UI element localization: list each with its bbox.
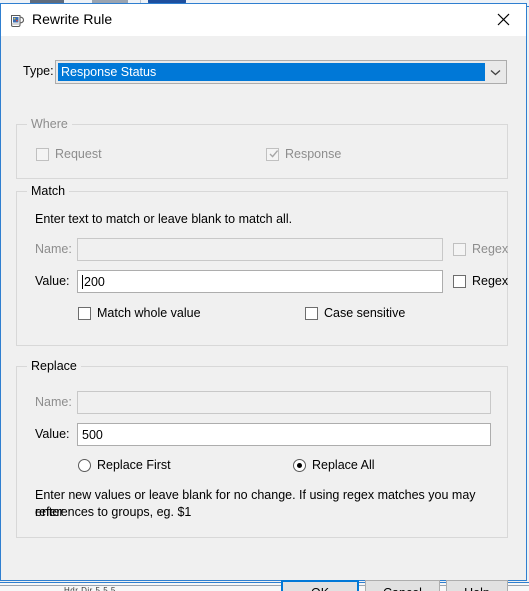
background-status-text: Hdr Dir 5 5 5 — [64, 586, 116, 591]
match-name-input — [77, 238, 443, 261]
checkbox-match-name-regex-label: Regex — [472, 242, 509, 256]
dialog-body: Type: Response Status Where Request Resp… — [1, 36, 526, 591]
match-group-legend: Match — [27, 184, 70, 198]
match-value-input[interactable]: 200 — [77, 270, 443, 293]
dialog-title: Rewrite Rule — [32, 11, 113, 27]
checkbox-match-name-regex: Regex — [453, 242, 508, 256]
checkbox-match-whole-value-label: Match whole value — [97, 306, 201, 320]
checkbox-match-value-regex[interactable]: Regex — [453, 274, 508, 288]
close-icon[interactable] — [481, 4, 526, 34]
radio-replace-first[interactable]: Replace First — [78, 458, 171, 472]
checkbox-response[interactable]: Response — [266, 147, 341, 161]
radio-replace-first-label: Replace First — [97, 458, 171, 472]
checkbox-match-value-regex-box — [453, 274, 466, 288]
check-icon — [269, 149, 279, 158]
replace-value-input[interactable]: 500 — [77, 423, 491, 446]
checkbox-match-name-regex-box — [453, 242, 466, 256]
match-name-label: Name: — [35, 242, 72, 256]
ok-button-label: OK — [311, 586, 329, 591]
replace-value-input-value: 500 — [82, 427, 103, 442]
checkbox-case-sensitive-label: Case sensitive — [324, 306, 406, 320]
checkbox-response-box — [266, 147, 279, 161]
where-group-legend: Where — [27, 117, 72, 131]
help-button-label: Help — [464, 586, 490, 591]
text-caret — [82, 274, 83, 289]
radio-replace-all-circle — [293, 458, 306, 472]
checkbox-response-label: Response — [285, 147, 342, 161]
replace-value-label: Value: — [35, 427, 70, 441]
replace-hint-line2: references to groups, eg. $1 — [35, 505, 192, 519]
replace-group: Replace Name: Value: 500 Replace First R… — [16, 359, 508, 538]
dialog-titlebar: Rewrite Rule — [1, 4, 526, 36]
checkbox-match-whole-value-box — [78, 306, 91, 320]
checkbox-case-sensitive[interactable]: Case sensitive — [305, 306, 405, 320]
match-hint: Enter text to match or leave blank to ma… — [35, 212, 293, 226]
checkbox-match-value-regex-label: Regex — [472, 274, 509, 288]
checkbox-match-whole-value[interactable]: Match whole value — [78, 306, 201, 320]
radio-replace-all-label: Replace All — [312, 458, 375, 472]
match-value-input-value: 200 — [84, 274, 105, 289]
type-label: Type: — [23, 64, 54, 78]
ok-button[interactable]: OK — [281, 580, 359, 591]
screenshot-root: Hdr Dir 5 5 5 Rewrite Rule Type: Respons… — [0, 0, 529, 591]
checkbox-request-box — [36, 147, 49, 161]
type-combobox-value: Response Status — [58, 63, 485, 81]
match-group: Match Enter text to match or leave blank… — [16, 184, 508, 346]
checkbox-request[interactable]: Request — [36, 147, 102, 161]
checkbox-request-label: Request — [55, 147, 102, 161]
where-group: Where Request Response — [16, 117, 508, 179]
rewrite-rule-dialog: Rewrite Rule Type: Response Status Where… — [0, 3, 527, 591]
cancel-button[interactable]: Cancel — [365, 580, 440, 591]
fiddler-jar-icon — [8, 11, 26, 29]
replace-name-label: Name: — [35, 395, 72, 409]
type-row: Type: Response Status — [1, 60, 526, 84]
type-combobox[interactable]: Response Status — [55, 60, 507, 84]
match-value-label: Value: — [35, 274, 70, 288]
radio-replace-first-circle — [78, 458, 91, 472]
replace-group-legend: Replace — [27, 359, 81, 373]
help-button[interactable]: Help — [446, 580, 508, 591]
radio-replace-all[interactable]: Replace All — [293, 458, 375, 472]
chevron-down-icon[interactable] — [485, 61, 506, 83]
cancel-button-label: Cancel — [383, 586, 422, 591]
replace-name-input — [77, 391, 491, 414]
checkbox-case-sensitive-box — [305, 306, 318, 320]
